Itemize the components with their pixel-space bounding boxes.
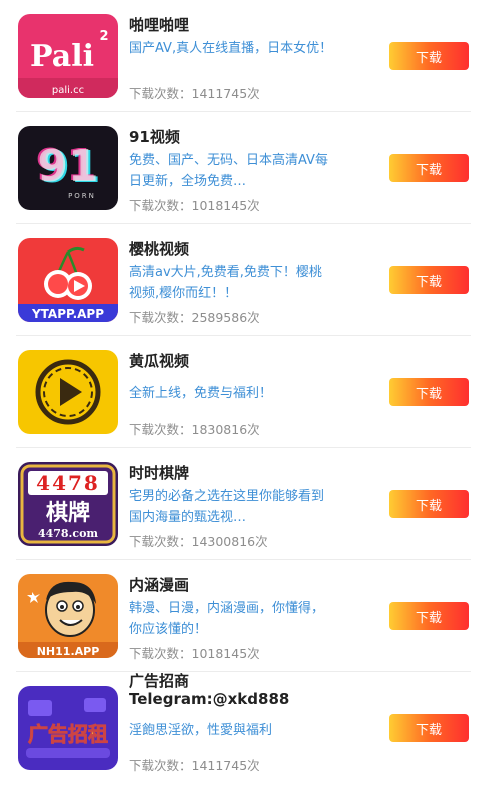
download-button[interactable]: 下载	[389, 602, 469, 630]
91-logo-icon[interactable]: 91 91 91 PORN	[18, 126, 118, 210]
download-count: 下载次数：1018145次	[129, 198, 260, 213]
list-item[interactable]: Pali 2 pali.cc 啪哩啪哩 国产AV,真人在线直播，日本女优！ 下载…	[16, 0, 471, 112]
list-item[interactable]: NH11.APP 内涵漫画 韩漫、日漫，内涵漫画，你懂得，你应该懂的！ 下载次数…	[16, 560, 471, 672]
download-count: 下载次数：1018145次	[129, 646, 260, 661]
app-list: Pali 2 pali.cc 啪哩啪哩 国产AV,真人在线直播，日本女优！ 下载…	[0, 0, 487, 784]
ad-logo-icon[interactable]: 广告招租	[18, 686, 118, 770]
download-count: 下载次数：1830816次	[129, 422, 260, 437]
download-count: 下载次数：14300816次	[129, 534, 268, 549]
list-item[interactable]: 广告招租 广告招商 Telegram:@xkd888 淫飽思淫欲，性愛與福利 下…	[16, 672, 471, 784]
download-count: 下载次数：1411745次	[129, 758, 260, 773]
app-name: 91视频	[129, 128, 180, 146]
app-name: 啪哩啪哩	[129, 16, 190, 34]
download-button[interactable]: 下载	[389, 266, 469, 294]
download-button[interactable]: 下载	[389, 714, 469, 742]
list-item[interactable]: 4478 棋牌 4478.com 时时棋牌 宅男的必备之选在这里你能够看到国内海…	[16, 448, 471, 560]
svg-text:NH11.APP: NH11.APP	[37, 645, 100, 658]
app-description: 免费、国产、无码、日本高清AV每日更新，全场免费…	[129, 153, 328, 189]
download-button[interactable]: 下载	[389, 378, 469, 406]
list-item[interactable]: YTAPP.APP 樱桃视频 高清av大片,免费看,免费下！樱桃视频,樱你而红！…	[16, 224, 471, 336]
svg-text:PORN: PORN	[68, 192, 96, 200]
svg-text:YTAPP.APP: YTAPP.APP	[31, 307, 104, 321]
svg-text:棋牌: 棋牌	[46, 500, 90, 526]
app-description: 韩漫、日漫，内涵漫画，你懂得，你应该懂的！	[129, 601, 325, 637]
app-name: 广告招商	[129, 672, 190, 690]
app-name: 黄瓜视频	[129, 352, 190, 370]
cartoon-logo-icon[interactable]: NH11.APP	[18, 574, 118, 658]
list-item[interactable]: 黄瓜视频 全新上线，免费与福利！ 下载次数：1830816次 下载	[16, 336, 471, 448]
pali-logo-icon[interactable]: Pali 2 pali.cc	[18, 14, 118, 98]
app-description: 全新上线，免费与福利！	[129, 386, 273, 401]
download-button[interactable]: 下载	[389, 42, 469, 70]
app-subtitle: Telegram:@xkd888	[129, 690, 290, 708]
svg-text:4478.com: 4478.com	[38, 527, 98, 540]
app-description: 宅男的必备之选在这里你能够看到国内海量的甄选视…	[129, 489, 325, 525]
svg-text:2: 2	[99, 29, 108, 44]
play-logo-icon[interactable]	[18, 350, 118, 434]
cherry-logo-icon[interactable]: YTAPP.APP	[18, 238, 118, 322]
pali-logo-text: Pali	[30, 39, 94, 74]
svg-text:4478: 4478	[36, 471, 100, 495]
app-name: 樱桃视频	[129, 240, 190, 258]
download-button[interactable]: 下载	[389, 490, 469, 518]
svg-text:91: 91	[37, 141, 98, 192]
app-name: 时时棋牌	[129, 464, 190, 482]
svg-text:广告招租: 广告招租	[28, 722, 108, 746]
app-description: 淫飽思淫欲，性愛與福利	[129, 723, 273, 738]
chess-logo-icon[interactable]: 4478 棋牌 4478.com	[18, 462, 118, 546]
download-button[interactable]: 下载	[389, 154, 469, 182]
app-name: 内涵漫画	[129, 576, 190, 594]
app-description: 国产AV,真人在线直播，日本女优！	[129, 41, 333, 56]
download-count: 下载次数：2589586次	[129, 310, 260, 325]
list-item[interactable]: 91 91 91 PORN 91视频 免费、国产、无码、日本高清AV每日更新，全…	[16, 112, 471, 224]
app-description: 高清av大片,免费看,免费下！樱桃视频,樱你而红！！	[129, 265, 322, 301]
download-count: 下载次数：1411745次	[129, 86, 260, 101]
svg-text:pali.cc: pali.cc	[52, 85, 84, 96]
